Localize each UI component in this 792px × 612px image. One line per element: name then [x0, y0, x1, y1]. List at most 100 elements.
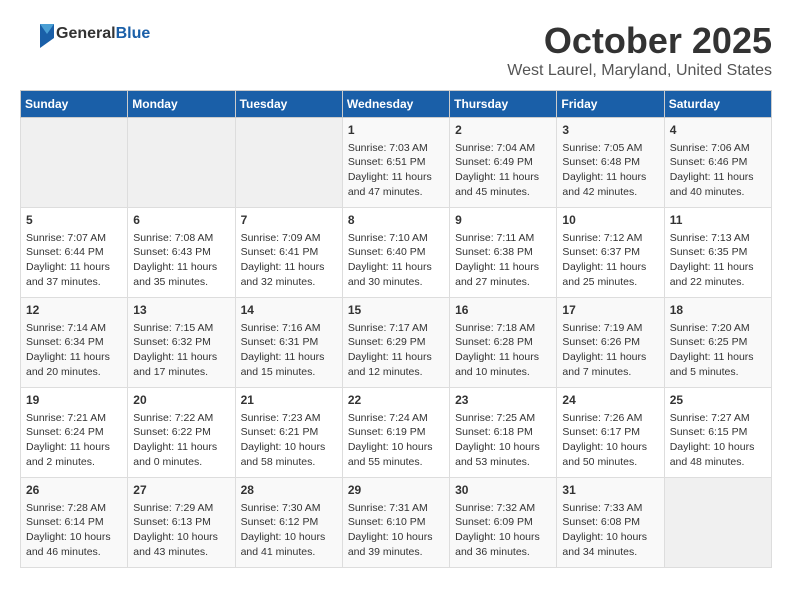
calendar-cell: 29 Sunrise: 7:31 AM Sunset: 6:10 PM Dayli…	[342, 478, 449, 568]
day-number: 28	[241, 482, 337, 499]
calendar-cell: 7 Sunrise: 7:09 AM Sunset: 6:41 PM Daylig…	[235, 208, 342, 298]
calendar-cell: 15 Sunrise: 7:17 AM Sunset: 6:29 PM Dayli…	[342, 298, 449, 388]
calendar-week-row: 19 Sunrise: 7:21 AM Sunset: 6:24 PM Dayli…	[21, 388, 772, 478]
day-number: 24	[562, 392, 658, 409]
day-number: 19	[26, 392, 122, 409]
day-info: Sunrise: 7:13 AM Sunset: 6:35 PM Dayligh…	[670, 231, 766, 290]
day-info: Sunrise: 7:20 AM Sunset: 6:25 PM Dayligh…	[670, 321, 766, 380]
day-info: Sunrise: 7:28 AM Sunset: 6:14 PM Dayligh…	[26, 501, 122, 560]
day-number: 8	[348, 212, 444, 229]
calendar-week-row: 5Sunrise: 7:07 AM Sunset: 6:44 PM Daylig…	[21, 208, 772, 298]
location-title: West Laurel, Maryland, United States	[507, 62, 772, 80]
day-number: 13	[133, 302, 229, 319]
calendar-cell	[21, 118, 128, 208]
calendar-cell: 31 Sunrise: 7:33 AM Sunset: 6:08 PM Dayli…	[557, 478, 664, 568]
day-info: Sunrise: 7:12 AM Sunset: 6:37 PM Dayligh…	[562, 231, 658, 290]
day-info: Sunrise: 7:33 AM Sunset: 6:08 PM Dayligh…	[562, 501, 658, 560]
day-info: Sunrise: 7:15 AM Sunset: 6:32 PM Dayligh…	[133, 321, 229, 380]
calendar-cell: 14 Sunrise: 7:16 AM Sunset: 6:31 PM Dayli…	[235, 298, 342, 388]
day-info: Sunrise: 7:07 AM Sunset: 6:44 PM Dayligh…	[26, 231, 122, 290]
day-info: Sunrise: 7:21 AM Sunset: 6:24 PM Dayligh…	[26, 411, 122, 470]
calendar-cell	[128, 118, 235, 208]
day-number: 2	[455, 122, 551, 139]
calendar-cell: 12Sunrise: 7:14 AM Sunset: 6:34 PM Dayli…	[21, 298, 128, 388]
calendar-cell: 8 Sunrise: 7:10 AM Sunset: 6:40 PM Daylig…	[342, 208, 449, 298]
day-info: Sunrise: 7:10 AM Sunset: 6:40 PM Dayligh…	[348, 231, 444, 290]
day-info: Sunrise: 7:08 AM Sunset: 6:43 PM Dayligh…	[133, 231, 229, 290]
calendar-cell: 3 Sunrise: 7:05 AM Sunset: 6:48 PM Daylig…	[557, 118, 664, 208]
calendar-cell: 1Sunrise: 7:03 AM Sunset: 6:51 PM Daylig…	[342, 118, 449, 208]
calendar-cell: 4Sunrise: 7:06 AM Sunset: 6:46 PM Daylig…	[664, 118, 771, 208]
day-info: Sunrise: 7:09 AM Sunset: 6:41 PM Dayligh…	[241, 231, 337, 290]
calendar-cell: 27Sunrise: 7:29 AM Sunset: 6:13 PM Dayli…	[128, 478, 235, 568]
day-number: 6	[133, 212, 229, 229]
day-number: 14	[241, 302, 337, 319]
day-number: 20	[133, 392, 229, 409]
day-info: Sunrise: 7:30 AM Sunset: 6:12 PM Dayligh…	[241, 501, 337, 560]
day-info: Sunrise: 7:25 AM Sunset: 6:18 PM Dayligh…	[455, 411, 551, 470]
day-info: Sunrise: 7:31 AM Sunset: 6:10 PM Dayligh…	[348, 501, 444, 560]
calendar-cell: 5Sunrise: 7:07 AM Sunset: 6:44 PM Daylig…	[21, 208, 128, 298]
weekday-header: Friday	[557, 91, 664, 118]
day-number: 3	[562, 122, 658, 139]
weekday-header: Saturday	[664, 91, 771, 118]
calendar-cell: 9 Sunrise: 7:11 AM Sunset: 6:38 PM Daylig…	[450, 208, 557, 298]
day-number: 29	[348, 482, 444, 499]
day-number: 26	[26, 482, 122, 499]
day-info: Sunrise: 7:17 AM Sunset: 6:29 PM Dayligh…	[348, 321, 444, 380]
logo-blue-text: Blue	[116, 25, 151, 42]
day-number: 27	[133, 482, 229, 499]
day-number: 31	[562, 482, 658, 499]
day-number: 22	[348, 392, 444, 409]
day-number: 1	[348, 122, 444, 139]
calendar-cell: 30Sunrise: 7:32 AM Sunset: 6:09 PM Dayli…	[450, 478, 557, 568]
day-info: Sunrise: 7:27 AM Sunset: 6:15 PM Dayligh…	[670, 411, 766, 470]
calendar-week-row: 12Sunrise: 7:14 AM Sunset: 6:34 PM Dayli…	[21, 298, 772, 388]
calendar-cell: 6 Sunrise: 7:08 AM Sunset: 6:43 PM Daylig…	[128, 208, 235, 298]
day-number: 15	[348, 302, 444, 319]
calendar-cell: 2 Sunrise: 7:04 AM Sunset: 6:49 PM Daylig…	[450, 118, 557, 208]
title-area: October 2025 West Laurel, Maryland, Unit…	[507, 20, 772, 80]
day-info: Sunrise: 7:23 AM Sunset: 6:21 PM Dayligh…	[241, 411, 337, 470]
day-info: Sunrise: 7:26 AM Sunset: 6:17 PM Dayligh…	[562, 411, 658, 470]
calendar-cell: 26 Sunrise: 7:28 AM Sunset: 6:14 PM Dayli…	[21, 478, 128, 568]
day-number: 30	[455, 482, 551, 499]
day-number: 21	[241, 392, 337, 409]
day-number: 16	[455, 302, 551, 319]
calendar-cell: 16 Sunrise: 7:18 AM Sunset: 6:28 PM Dayli…	[450, 298, 557, 388]
weekday-header: Thursday	[450, 91, 557, 118]
calendar-cell: 23Sunrise: 7:25 AM Sunset: 6:18 PM Dayli…	[450, 388, 557, 478]
calendar-cell: 20 Sunrise: 7:22 AM Sunset: 6:22 PM Dayli…	[128, 388, 235, 478]
day-number: 7	[241, 212, 337, 229]
logo-general-text: General	[56, 25, 116, 42]
day-number: 4	[670, 122, 766, 139]
day-info: Sunrise: 7:05 AM Sunset: 6:48 PM Dayligh…	[562, 141, 658, 200]
calendar-cell: 21 Sunrise: 7:23 AM Sunset: 6:21 PM Dayli…	[235, 388, 342, 478]
weekday-header: Sunday	[21, 91, 128, 118]
day-number: 10	[562, 212, 658, 229]
calendar-cell: 28 Sunrise: 7:30 AM Sunset: 6:12 PM Dayli…	[235, 478, 342, 568]
day-info: Sunrise: 7:16 AM Sunset: 6:31 PM Dayligh…	[241, 321, 337, 380]
day-number: 11	[670, 212, 766, 229]
page-header: GeneralBlue October 2025 West Laurel, Ma…	[20, 20, 772, 80]
day-info: Sunrise: 7:22 AM Sunset: 6:22 PM Dayligh…	[133, 411, 229, 470]
day-info: Sunrise: 7:18 AM Sunset: 6:28 PM Dayligh…	[455, 321, 551, 380]
calendar-cell: 18 Sunrise: 7:20 AM Sunset: 6:25 PM Dayli…	[664, 298, 771, 388]
day-number: 18	[670, 302, 766, 319]
weekday-header-row: SundayMondayTuesdayWednesdayThursdayFrid…	[21, 91, 772, 118]
logo-icon	[20, 20, 54, 48]
weekday-header: Tuesday	[235, 91, 342, 118]
day-number: 12	[26, 302, 122, 319]
day-info: Sunrise: 7:11 AM Sunset: 6:38 PM Dayligh…	[455, 231, 551, 290]
day-info: Sunrise: 7:24 AM Sunset: 6:19 PM Dayligh…	[348, 411, 444, 470]
day-info: Sunrise: 7:04 AM Sunset: 6:49 PM Dayligh…	[455, 141, 551, 200]
day-number: 9	[455, 212, 551, 229]
calendar-cell: 13 Sunrise: 7:15 AM Sunset: 6:32 PM Dayli…	[128, 298, 235, 388]
day-info: Sunrise: 7:19 AM Sunset: 6:26 PM Dayligh…	[562, 321, 658, 380]
calendar-cell: 19 Sunrise: 7:21 AM Sunset: 6:24 PM Dayli…	[21, 388, 128, 478]
calendar-cell: 25 Sunrise: 7:27 AM Sunset: 6:15 PM Dayli…	[664, 388, 771, 478]
calendar-cell	[664, 478, 771, 568]
calendar-week-row: 26 Sunrise: 7:28 AM Sunset: 6:14 PM Dayli…	[21, 478, 772, 568]
weekday-header: Wednesday	[342, 91, 449, 118]
day-number: 25	[670, 392, 766, 409]
